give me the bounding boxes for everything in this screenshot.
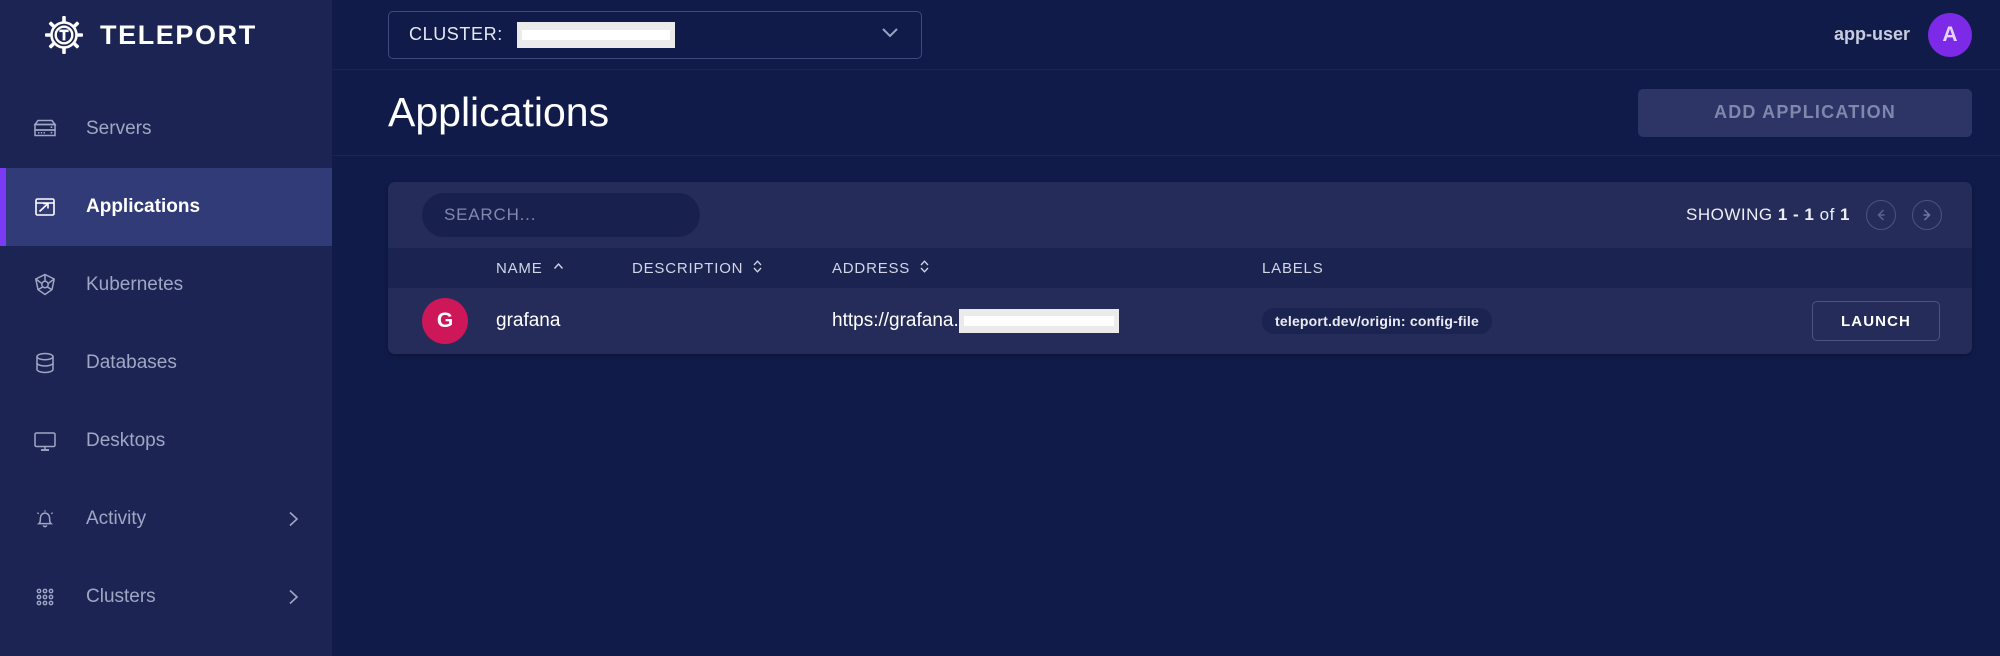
teleport-gear-logo-icon — [44, 15, 84, 55]
th-action — [1702, 248, 1972, 288]
sidebar-item-label: Servers — [86, 118, 152, 139]
app-address: https://grafana. — [832, 310, 959, 331]
sidebar-nav: Servers Applications Kubernetes Database… — [0, 90, 332, 636]
chevron-down-icon[interactable] — [877, 19, 903, 50]
sidebar-item-label: Databases — [86, 352, 177, 373]
sidebar-item-label: Activity — [86, 508, 147, 529]
sidebar-item-label: Kubernetes — [86, 274, 184, 295]
app-avatar: G — [422, 298, 468, 344]
showing-total: 1 — [1840, 205, 1850, 224]
cluster-selector[interactable]: CLUSTER: — [388, 10, 922, 59]
arrow-right-circle-icon[interactable] — [1912, 200, 1942, 230]
sort-both-icon — [752, 259, 763, 278]
chevron-right-icon — [282, 586, 304, 608]
sidebar-item-label: Clusters — [86, 586, 156, 607]
card-toolbar: SHOWING 1 - 1 of 1 — [388, 182, 1972, 248]
sidebar-item-databases[interactable]: Databases — [0, 324, 332, 402]
page-header: Applications ADD APPLICATION — [332, 70, 2000, 156]
sidebar-item-desktops[interactable]: Desktops — [0, 402, 332, 480]
table-body: G grafana https://grafana. teleport.dev/… — [388, 288, 1972, 354]
grid-dots-icon — [28, 580, 62, 614]
th-labels-label: LABELS — [1262, 259, 1324, 277]
top-bar: CLUSTER: app-user A — [332, 0, 2000, 70]
teleport-web-ui: TELEPORT Servers Applications Kubernetes… — [0, 0, 2000, 656]
cell-app-icon: G — [388, 288, 496, 354]
cell-action: LAUNCH — [1702, 288, 1972, 354]
sidebar-item-applications[interactable]: Applications — [0, 168, 332, 246]
content-area: SHOWING 1 - 1 of 1 — [332, 156, 2000, 656]
showing-prefix: SHOWING — [1686, 205, 1773, 224]
cluster-label: CLUSTER: — [409, 24, 503, 44]
th-name[interactable]: NAME — [496, 248, 632, 288]
avatar[interactable]: A — [1928, 12, 1972, 57]
cell-labels: teleport.dev/origin: config-file — [1262, 288, 1702, 354]
applications-card: SHOWING 1 - 1 of 1 — [388, 182, 1972, 354]
showing-range: 1 - 1 — [1777, 205, 1815, 224]
brand-name: TELEPORT — [100, 19, 257, 50]
th-icon — [388, 248, 496, 288]
pagination: SHOWING 1 - 1 of 1 — [1686, 200, 1942, 230]
applications-table: NAME DESCRIPTION ADDRESS LABELS G grafan… — [388, 248, 1972, 354]
desktop-icon — [28, 424, 62, 458]
database-icon — [28, 346, 62, 380]
th-description-label: DESCRIPTION — [632, 259, 744, 277]
showing-middle: of — [1819, 205, 1835, 224]
sidebar: TELEPORT Servers Applications Kubernetes… — [0, 0, 332, 656]
sidebar-item-servers[interactable]: Servers — [0, 90, 332, 168]
table-header: NAME DESCRIPTION ADDRESS LABELS — [388, 248, 1972, 288]
cluster-value-redacted — [516, 21, 675, 48]
search-input[interactable] — [422, 193, 700, 237]
cell-address: https://grafana. — [832, 288, 1262, 354]
sidebar-item-kubernetes[interactable]: Kubernetes — [0, 246, 332, 324]
bell-icon — [28, 502, 62, 536]
pagination-status: SHOWING 1 - 1 of 1 — [1686, 205, 1850, 225]
brand[interactable]: TELEPORT — [0, 0, 332, 70]
label-chip[interactable]: teleport.dev/origin: config-file — [1262, 308, 1492, 334]
app-name: grafana — [496, 310, 561, 331]
user-name: app-user — [1833, 24, 1910, 44]
cell-name: grafana — [496, 288, 632, 354]
user-menu[interactable]: app-user A — [1833, 12, 1972, 57]
application-icon — [28, 190, 62, 224]
page-title: Applications — [388, 89, 610, 135]
sidebar-item-label: Desktops — [86, 430, 166, 451]
chevron-right-icon — [282, 508, 304, 530]
table-row[interactable]: G grafana https://grafana. teleport.dev/… — [388, 288, 1972, 354]
server-icon — [28, 112, 62, 146]
kubernetes-icon — [28, 268, 62, 302]
th-address[interactable]: ADDRESS — [832, 248, 1262, 288]
launch-button[interactable]: LAUNCH — [1812, 301, 1940, 341]
th-name-label: NAME — [496, 259, 543, 277]
main-content: CLUSTER: app-user A Applications ADD APP… — [332, 0, 2000, 656]
cell-description — [632, 288, 832, 354]
sidebar-item-label: Applications — [86, 196, 201, 217]
sidebar-item-clusters[interactable]: Clusters — [0, 558, 332, 636]
arrow-left-circle-icon[interactable] — [1866, 200, 1896, 230]
th-address-label: ADDRESS — [832, 259, 911, 277]
sort-asc-icon — [552, 260, 565, 277]
sort-both-icon — [919, 259, 930, 278]
th-labels: LABELS — [1262, 248, 1702, 288]
sidebar-item-activity[interactable]: Activity — [0, 480, 332, 558]
app-address-redacted — [958, 309, 1119, 333]
add-application-button[interactable]: ADD APPLICATION — [1638, 88, 1972, 137]
th-description[interactable]: DESCRIPTION — [632, 248, 832, 288]
table-header-row: NAME DESCRIPTION ADDRESS LABELS — [388, 248, 1972, 288]
